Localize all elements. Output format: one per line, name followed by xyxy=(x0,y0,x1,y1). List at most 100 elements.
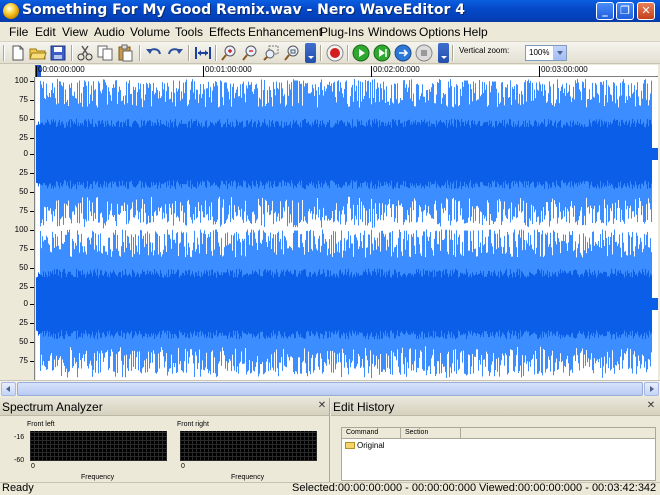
zoom-out-icon[interactable] xyxy=(241,44,259,62)
scale-tick xyxy=(30,323,34,324)
menu-effects[interactable]: Effects xyxy=(209,25,245,39)
list-item[interactable]: Original xyxy=(357,441,385,450)
scale-tick xyxy=(30,119,34,120)
scale-label: 100 xyxy=(14,76,28,85)
column-divider[interactable] xyxy=(460,428,461,439)
loop-icon[interactable] xyxy=(394,44,412,62)
status-viewed: Viewed:00:00:00:000 - 00:03:42:342 xyxy=(479,482,657,494)
menu-view[interactable]: View xyxy=(62,25,88,39)
scale-label: 0 xyxy=(23,149,28,158)
save-icon[interactable] xyxy=(49,44,67,62)
close-icon[interactable]: ✕ xyxy=(646,401,656,411)
scale-label: 50 xyxy=(19,263,28,272)
history-panel-header: Edit History xyxy=(331,398,660,416)
zoom-selection-icon[interactable] xyxy=(262,44,280,62)
scale-tick xyxy=(30,138,34,139)
ruler-tick xyxy=(371,66,372,77)
record-icon[interactable] xyxy=(326,44,344,62)
scale-tick xyxy=(30,173,34,174)
toolbar: Vertical zoom: 100% xyxy=(0,42,660,64)
scroll-right-button[interactable] xyxy=(644,382,659,396)
menu-options[interactable]: Options xyxy=(419,25,460,39)
status-bar: Ready Selected:00:00:00:000 - 00:00:00:0… xyxy=(0,482,660,495)
paste-icon[interactable] xyxy=(116,44,134,62)
copy-icon[interactable] xyxy=(96,44,114,62)
scale-tick xyxy=(30,100,34,101)
title-bar: Something For My Good Remix.wav - Nero W… xyxy=(0,0,660,22)
scale-tick xyxy=(30,361,34,362)
left-frequency-label: Frequency xyxy=(81,474,115,481)
maximize-button[interactable]: ❐ xyxy=(616,2,634,20)
front-left-spectrum-display xyxy=(30,431,167,461)
folder-icon xyxy=(345,442,355,449)
ruler-tick xyxy=(539,66,540,77)
toolbar-overflow-chevron[interactable] xyxy=(305,43,316,63)
time-ruler[interactable]: 00:00:00:000 00:01:00:000 00:02:00:000 0… xyxy=(35,65,658,77)
minimize-button[interactable]: _ xyxy=(596,2,614,20)
chevron-down-icon[interactable] xyxy=(553,46,566,60)
scale-tick xyxy=(30,230,34,231)
front-right-label: Front right xyxy=(177,421,209,428)
scale-label: 75 xyxy=(19,206,28,215)
redo-icon[interactable] xyxy=(166,44,184,62)
horizontal-scrollbar[interactable] xyxy=(0,380,660,396)
close-button[interactable]: ✕ xyxy=(637,2,655,20)
scale-tick xyxy=(30,81,34,82)
undo-icon[interactable] xyxy=(145,44,163,62)
column-command[interactable]: Command xyxy=(346,429,378,436)
scale-label: 25 xyxy=(19,168,28,177)
menu-enhancement[interactable]: Enhancement xyxy=(248,25,322,39)
vertical-zoom-value: 100% xyxy=(529,48,550,57)
amplitude-scale: 100 75 50 25 0 25 50 75 100 75 50 25 0 2… xyxy=(0,76,35,380)
open-folder-icon[interactable] xyxy=(29,44,47,62)
nero-app-icon[interactable] xyxy=(3,3,19,19)
close-icon[interactable]: ✕ xyxy=(317,401,327,411)
scroll-left-button[interactable] xyxy=(1,382,16,396)
toolbar-separator xyxy=(188,45,190,61)
menu-volume[interactable]: Volume xyxy=(130,25,170,39)
ruler-label: 00:01:00:000 xyxy=(205,65,252,74)
menu-tools[interactable]: Tools xyxy=(175,25,203,39)
front-left-label: Front left xyxy=(27,421,55,428)
toolbar-overflow-chevron[interactable] xyxy=(438,43,449,63)
toolbar-separator xyxy=(452,45,454,61)
toolbar-separator xyxy=(215,45,217,61)
menu-windows[interactable]: Windows xyxy=(368,25,417,39)
toolbar-separator xyxy=(347,45,349,61)
waveform-canvas[interactable] xyxy=(36,77,658,380)
status-ready: Ready xyxy=(2,482,34,494)
menu-file[interactable]: File xyxy=(9,25,28,39)
db-bottom-label: -60 xyxy=(14,457,25,464)
menu-help[interactable]: Help xyxy=(463,25,488,39)
menu-edit[interactable]: Edit xyxy=(35,25,56,39)
scale-label: 75 xyxy=(19,95,28,104)
scroll-thumb[interactable] xyxy=(17,382,643,396)
menu-plug-ins[interactable]: Plug-Ins xyxy=(320,25,364,39)
menu-audio[interactable]: Audio xyxy=(94,25,125,39)
scale-label: 25 xyxy=(19,318,28,327)
fit-icon[interactable] xyxy=(194,44,212,62)
scale-tick xyxy=(30,192,34,193)
zoom-fit-icon[interactable] xyxy=(283,44,301,62)
toolbar-separator xyxy=(71,45,73,61)
new-file-icon[interactable] xyxy=(9,44,27,62)
waveform-tail xyxy=(652,148,658,160)
left-channel-waveform[interactable] xyxy=(36,79,659,229)
ruler-label: 00:02:00:000 xyxy=(373,65,420,74)
waveform-view[interactable] xyxy=(36,77,658,380)
scale-tick xyxy=(30,304,34,305)
play-selection-icon[interactable] xyxy=(373,44,391,62)
stop-icon[interactable] xyxy=(415,44,433,62)
cut-icon[interactable] xyxy=(76,44,94,62)
vertical-zoom-select[interactable]: 100% xyxy=(525,45,567,61)
zoom-in-icon[interactable] xyxy=(220,44,238,62)
right-zero-label: 0 xyxy=(181,463,185,470)
column-divider[interactable] xyxy=(400,428,401,439)
play-icon[interactable] xyxy=(352,44,370,62)
scale-tick xyxy=(30,249,34,250)
spectrum-panel-title: Spectrum Analyzer xyxy=(2,400,103,414)
history-list[interactable]: Command Section Original xyxy=(341,427,656,481)
column-section[interactable]: Section xyxy=(405,429,428,436)
right-channel-waveform[interactable] xyxy=(36,229,659,379)
vertical-zoom-label: Vertical zoom: xyxy=(459,46,510,55)
